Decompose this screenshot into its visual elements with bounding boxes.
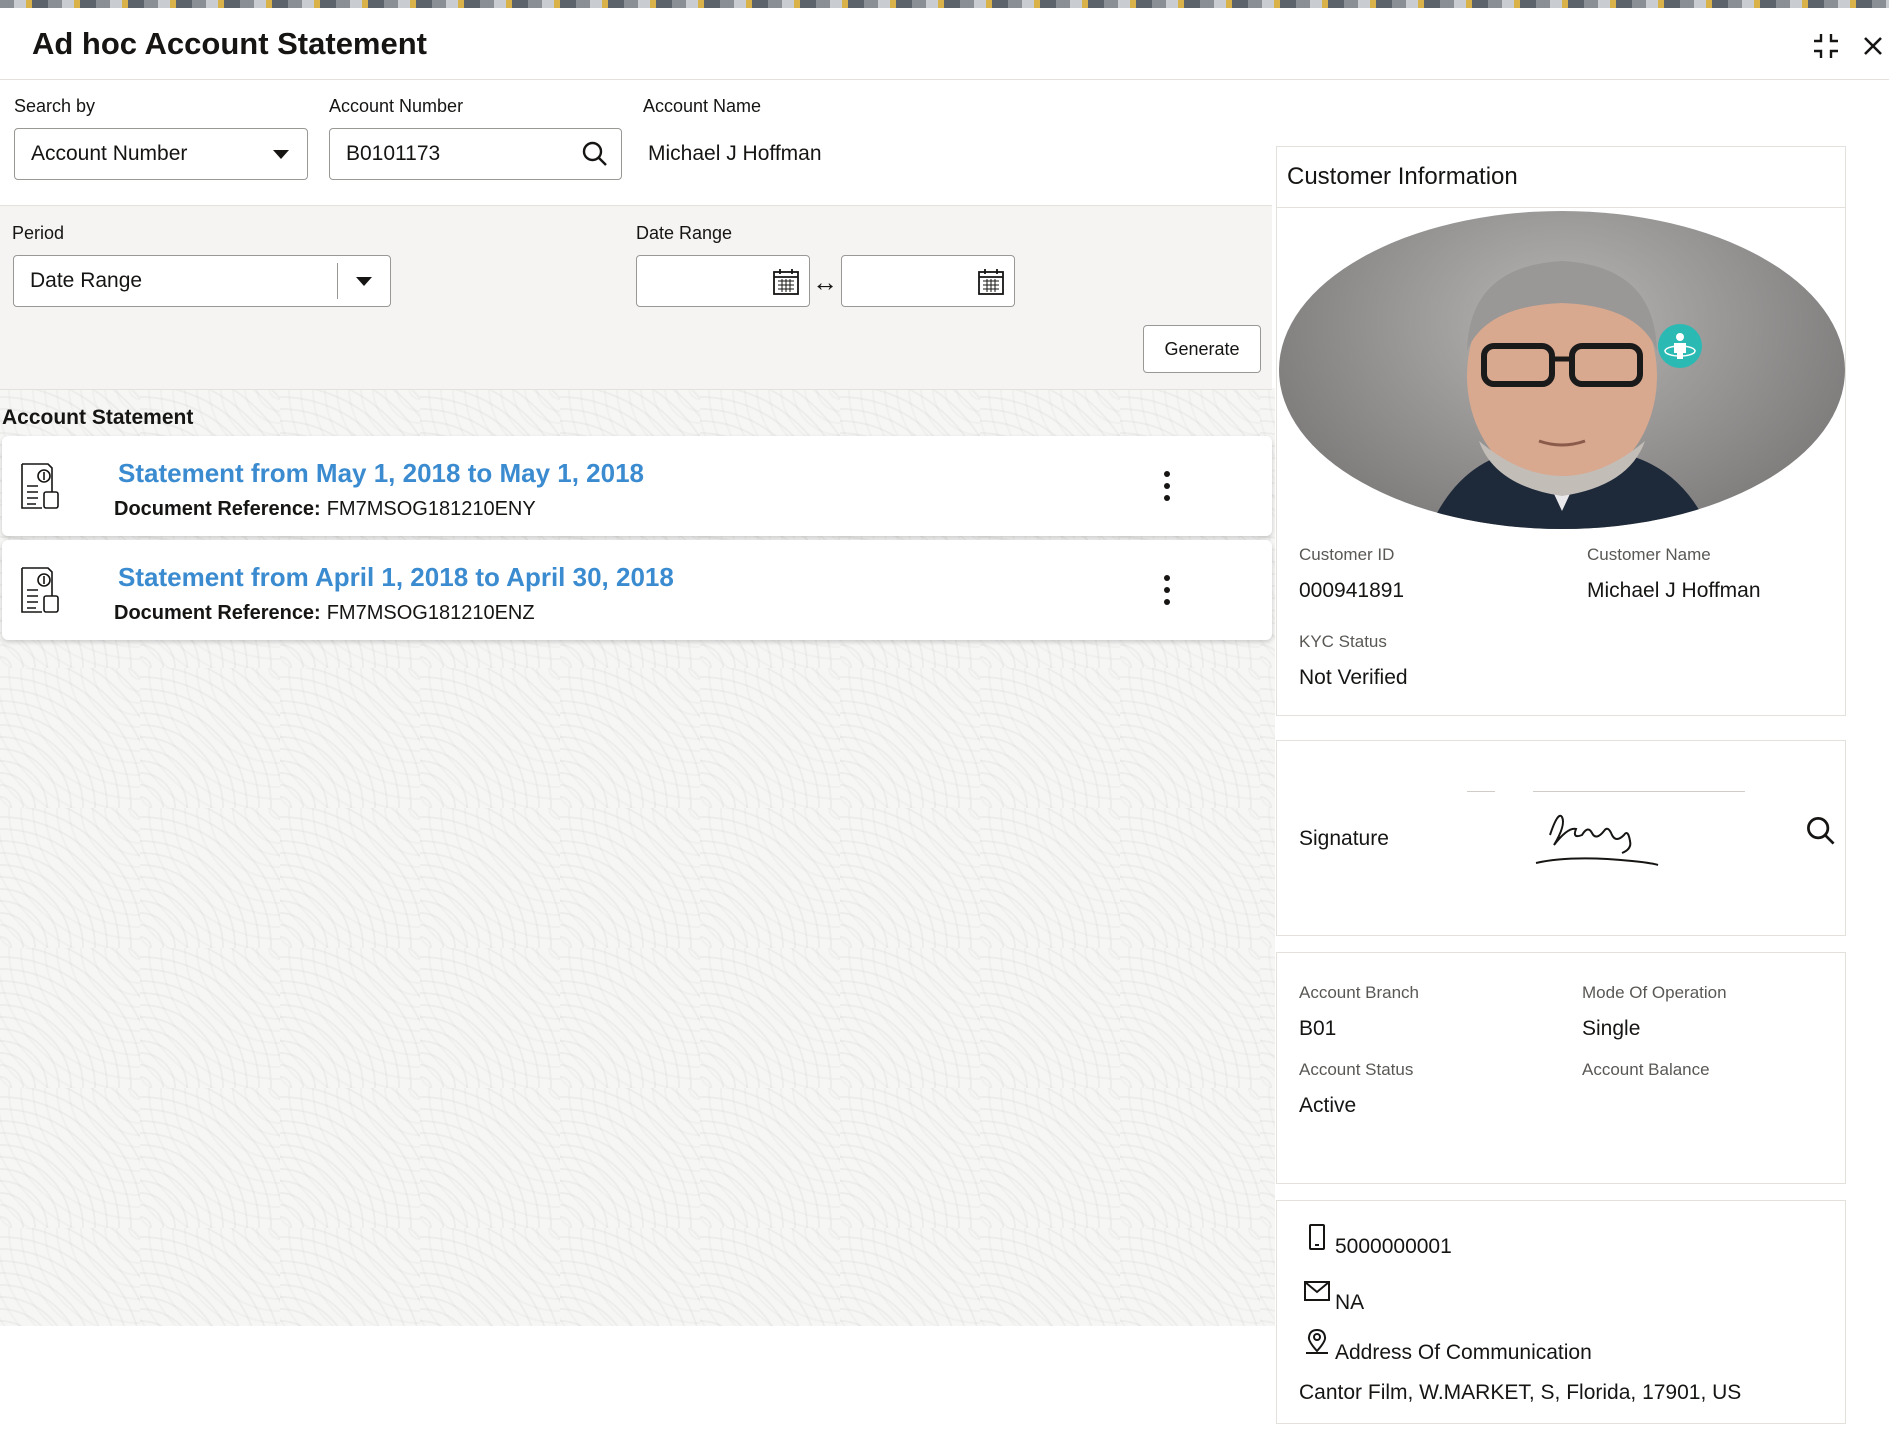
account-branch-label: Account Branch (1299, 983, 1420, 1002)
more-options-icon[interactable] (1152, 572, 1182, 608)
date-range-label: Date Range (636, 223, 733, 243)
statement-document-icon (21, 463, 59, 509)
statement-link[interactable]: Statement from April 1, 2018 to April 30… (118, 562, 674, 593)
period-select[interactable]: Date Range (13, 255, 391, 307)
divider (1533, 791, 1745, 792)
chevron-down-icon (273, 149, 289, 159)
document-reference-label: Document Reference: (114, 498, 321, 520)
customer-name-value: Michael J Hoffman (1587, 579, 1761, 602)
email-value: NA (1335, 1291, 1365, 1314)
document-reference-value: FM7MSOG181210ENY (326, 498, 536, 520)
signature-label: Signature (1299, 827, 1389, 850)
background-strip (0, 0, 1889, 8)
phone-icon (1309, 1224, 1325, 1250)
title-bar: Ad hoc Account Statement (0, 8, 1889, 80)
search-icon (582, 141, 607, 166)
customer-portrait-image (1429, 261, 1709, 529)
calendar-icon[interactable] (976, 267, 1006, 297)
account-number-field[interactable]: B0101173 (329, 128, 622, 180)
minimize-icon (1814, 34, 1838, 58)
divider (1467, 791, 1495, 792)
calendar-icon[interactable] (771, 267, 801, 297)
to-date-field[interactable] (841, 255, 1015, 307)
account-number-label: Account Number (329, 96, 464, 116)
statement-card: Statement from May 1, 2018 to May 1, 201… (2, 436, 1272, 536)
account-search-button[interactable] (581, 140, 609, 168)
account-status-value: Active (1299, 1094, 1357, 1117)
page-title: Ad hoc Account Statement (32, 26, 427, 61)
select-divider (337, 263, 338, 299)
period-label: Period (12, 223, 65, 243)
signature-image (1535, 814, 1659, 866)
search-by-label: Search by (14, 96, 96, 116)
account-name-label: Account Name (643, 96, 762, 116)
range-arrow-icon: ↔ (812, 267, 838, 297)
document-reference-value: FM7MSOG181210ENZ (326, 602, 535, 624)
customer-id-value: 000941891 (1299, 579, 1405, 602)
customer-name-label: Customer Name (1587, 545, 1711, 564)
email-icon (1304, 1281, 1330, 1301)
mode-of-operation-label: Mode Of Operation (1582, 983, 1727, 1002)
account-statement-heading: Account Statement (2, 406, 194, 429)
phone-value: 5000000001 (1335, 1235, 1452, 1258)
account-details-card: Account Branch B01 Mode Of Operation Sin… (1276, 952, 1846, 1184)
close-icon (1864, 37, 1882, 55)
minimize-button[interactable] (1810, 30, 1842, 62)
kyc-status-label: KYC Status (1299, 632, 1387, 651)
search-by-select[interactable]: Account Number (14, 128, 308, 180)
account-branch-value: B01 (1299, 1017, 1337, 1040)
ad-hoc-statement-window: Ad hoc Account Statement Search by Accou… (0, 8, 1889, 1438)
signature-card: Signature (1276, 740, 1846, 936)
statement-card: Statement from April 1, 2018 to April 30… (2, 540, 1272, 640)
account-status-label: Account Status (1299, 1060, 1414, 1079)
more-options-icon[interactable] (1152, 468, 1182, 504)
customer-information-title: Customer Information (1287, 163, 1518, 190)
statement-document-icon (21, 567, 59, 613)
customer-details-card: Customer Information Customer ID 0009418… (1276, 146, 1846, 716)
from-date-field[interactable] (636, 255, 810, 307)
document-reference: Document Reference: FM7MSOG181210ENZ (114, 602, 535, 625)
statement-link[interactable]: Statement from May 1, 2018 to May 1, 201… (118, 458, 644, 489)
address-label: Address Of Communication (1335, 1341, 1592, 1364)
account-name-value: Michael J Hoffman (648, 142, 822, 165)
account-balance-label: Account Balance (1582, 1060, 1710, 1079)
view-360-icon[interactable] (1657, 323, 1703, 369)
document-reference: Document Reference: FM7MSOG181210ENY (114, 498, 536, 521)
customer-id-label: Customer ID (1299, 545, 1395, 564)
kyc-status-value: Not Verified (1299, 666, 1408, 689)
generate-button[interactable]: Generate (1143, 325, 1261, 373)
location-icon (1306, 1328, 1328, 1354)
contact-card: 5000000001 NA Address Of Communication C… (1276, 1200, 1846, 1424)
address-value: Cantor Film, W.MARKET, S, Florida, 17901… (1299, 1381, 1742, 1404)
account-number-value: B0101173 (346, 142, 441, 165)
customer-photo (1279, 211, 1845, 529)
chevron-down-icon (356, 276, 372, 286)
close-button[interactable] (1857, 30, 1889, 62)
mode-of-operation-value: Single (1582, 1017, 1641, 1040)
period-value: Date Range (30, 269, 143, 292)
search-by-value: Account Number (31, 142, 188, 165)
divider (1277, 207, 1845, 208)
document-reference-label: Document Reference: (114, 602, 321, 624)
search-icon[interactable] (1805, 815, 1837, 847)
filter-panel: Period Date Range Date Range ↔ (0, 205, 1272, 390)
